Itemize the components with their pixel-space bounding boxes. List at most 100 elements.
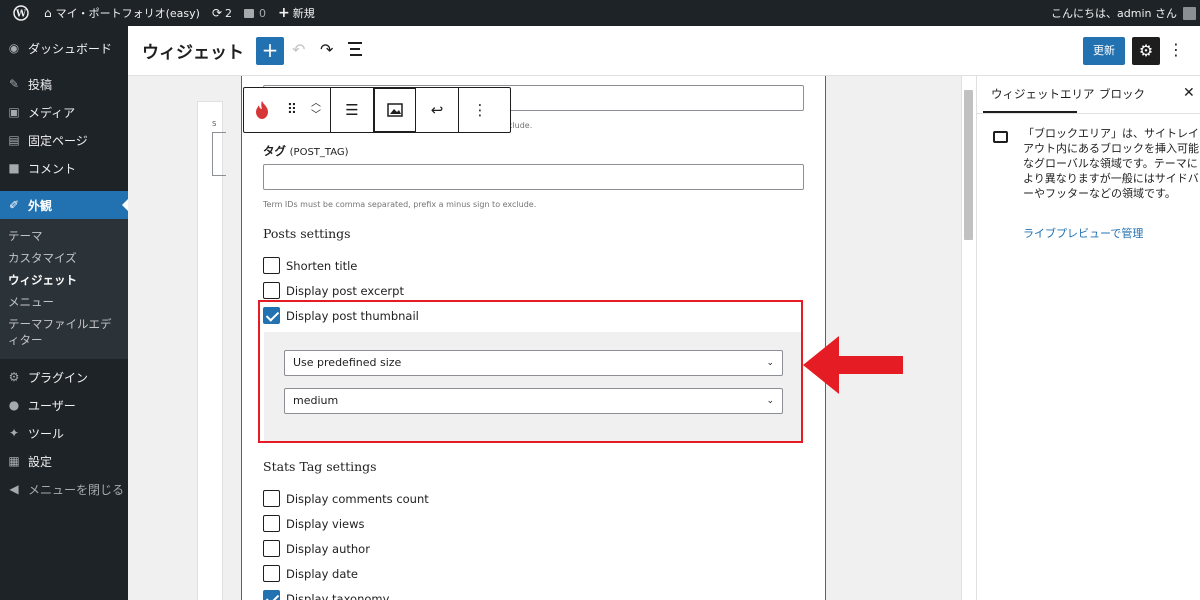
card-fragment-box xyxy=(212,132,226,176)
menu-item-label: 投稿 xyxy=(28,77,53,92)
active-tab-indicator xyxy=(983,111,1077,113)
menu-item-label: 設定 xyxy=(28,454,53,469)
list-view-icon-line xyxy=(350,54,362,56)
close-sidebar-button[interactable]: ✕ xyxy=(1183,85,1195,101)
block-type-button[interactable] xyxy=(244,88,280,132)
author-checkbox[interactable] xyxy=(263,540,280,557)
block-toolbar-group-options: ⋮ xyxy=(459,88,501,132)
taxonomy-checkbox[interactable] xyxy=(263,590,280,600)
block-options-button[interactable]: ⋮ xyxy=(459,88,501,132)
category-help-text: clude. xyxy=(508,121,533,130)
live-preview-link[interactable]: ライブプレビューで管理 xyxy=(1023,225,1143,241)
redo-icon: ↷ xyxy=(320,40,334,59)
update-button[interactable]: 更新 xyxy=(1083,37,1125,65)
transform-button[interactable]: ↩ xyxy=(416,88,458,132)
list-view-icon xyxy=(348,42,362,44)
media-icon: ▣ xyxy=(8,105,20,119)
add-block-button[interactable]: + xyxy=(256,37,284,65)
block-toolbar: ⠿ ︿ ﹀ ☰ ↩ ⋮ xyxy=(243,87,511,133)
views-checkbox[interactable] xyxy=(263,515,280,532)
tab-block[interactable]: ブロック xyxy=(1099,86,1145,102)
stats-tag-settings-heading: Stats Tag settings xyxy=(263,459,377,474)
gear-icon: ⚙ xyxy=(1138,41,1154,60)
plus-icon: + xyxy=(261,38,279,62)
site-name-link[interactable]: ⌂ マイ・ポートフォリオ(easy) xyxy=(38,0,206,26)
post-excerpt-option[interactable]: Display post excerpt xyxy=(263,282,404,299)
settings-button[interactable]: ⚙ xyxy=(1132,37,1160,65)
date-option[interactable]: Display date xyxy=(263,565,358,582)
drag-handle[interactable]: ⠿ xyxy=(280,88,302,132)
drag-handle-icon: ⠿ xyxy=(286,102,297,118)
updates-link[interactable]: ⟳ 2 xyxy=(206,0,238,26)
page-icon: ▤ xyxy=(8,133,20,147)
new-content-link[interactable]: + 新規 xyxy=(272,0,321,26)
undo-button[interactable]: ↶ xyxy=(292,40,305,59)
views-option[interactable]: Display views xyxy=(263,515,365,532)
pin-icon: ✎ xyxy=(8,77,20,91)
tag-ids-input[interactable] xyxy=(263,164,804,190)
new-label: 新規 xyxy=(292,7,315,20)
shorten-title-checkbox[interactable] xyxy=(263,257,280,274)
updates-icon: ⟳ xyxy=(211,6,223,20)
shorten-title-label: Shorten title xyxy=(286,258,358,273)
site-name-label: マイ・ポートフォリオ(easy) xyxy=(55,7,200,20)
redo-button[interactable]: ↷ xyxy=(320,40,333,59)
post-excerpt-label: Display post excerpt xyxy=(286,283,404,298)
author-label: Display author xyxy=(286,541,370,556)
sidebar-tabs: ウィジェットエリア ブロック ✕ xyxy=(977,76,1200,114)
wordpress-logo-button[interactable]: W xyxy=(0,0,38,26)
submenu-item-customize[interactable]: カスタマイズ xyxy=(0,247,128,269)
submenu-item-widgets[interactable]: ウィジェット xyxy=(0,269,128,291)
menu-item-dashboard[interactable]: ◉ ダッシュボード xyxy=(0,34,128,62)
canvas-scrollbar-thumb[interactable] xyxy=(964,90,973,240)
plus-icon: + xyxy=(278,5,290,21)
menu-item-posts[interactable]: ✎ 投稿 xyxy=(0,70,128,98)
menu-item-users[interactable]: ● ユーザー xyxy=(0,391,128,419)
menu-item-tools[interactable]: ✦ ツール xyxy=(0,419,128,447)
svg-text:W: W xyxy=(15,10,27,20)
collapse-menu-button[interactable]: ◀ メニューを閉じる xyxy=(0,475,128,503)
menu-item-comments[interactable]: ■ コメント xyxy=(0,154,128,182)
date-checkbox[interactable] xyxy=(263,565,280,582)
undo-icon: ↶ xyxy=(292,40,306,59)
submenu-item-menus[interactable]: メニュー xyxy=(0,291,128,313)
menu-item-label: メディア xyxy=(28,105,76,120)
greeting-link[interactable]: こんにちは、admin さん xyxy=(1051,5,1177,21)
menu-item-pages[interactable]: ▤ 固定ページ xyxy=(0,126,128,154)
preview-image-button[interactable] xyxy=(374,88,416,132)
list-view-button[interactable] xyxy=(348,42,364,56)
menu-item-label: コメント xyxy=(28,161,77,176)
comments-link[interactable]: 0 xyxy=(238,0,272,26)
tag-label: タグ xyxy=(263,144,286,158)
tag-help-text: Term IDs must be comma separated, prefix… xyxy=(263,200,537,209)
author-option[interactable]: Display author xyxy=(263,540,370,557)
options-menu-button[interactable]: ⋮ xyxy=(1168,40,1184,59)
comments-count-checkbox[interactable] xyxy=(263,490,280,507)
updates-count: 2 xyxy=(225,6,233,20)
chevron-down-icon[interactable]: ﹀ xyxy=(311,110,321,122)
tab-widget-areas[interactable]: ウィジェットエリア xyxy=(991,86,1095,102)
widget-area-icon xyxy=(993,131,1008,143)
align-icon: ☰ xyxy=(345,101,359,119)
comment-bubble-icon xyxy=(244,8,255,18)
menu-item-settings[interactable]: ▦ 設定 xyxy=(0,447,128,475)
menu-item-media[interactable]: ▣ メディア xyxy=(0,98,128,126)
wordpress-icon: W xyxy=(13,5,29,21)
submenu-item-themes[interactable]: テーマ xyxy=(0,225,128,247)
menu-item-label: ツール xyxy=(28,426,65,441)
comments-count-option[interactable]: Display comments count xyxy=(263,490,429,507)
block-mover[interactable]: ︿ ﹀ xyxy=(302,88,330,132)
brush-icon: ✐ xyxy=(8,198,20,212)
list-view-icon-line xyxy=(350,48,360,50)
collapse-menu-label: メニューを閉じる xyxy=(28,482,125,497)
avatar[interactable] xyxy=(1183,6,1196,20)
menu-item-plugins[interactable]: ⚙ プラグイン xyxy=(0,363,128,391)
chevron-up-icon[interactable]: ︿ xyxy=(311,98,321,110)
shorten-title-option[interactable]: Shorten title xyxy=(263,257,357,274)
card-fragment-text: S xyxy=(212,120,217,128)
taxonomy-option[interactable]: Display taxonomy xyxy=(263,590,389,600)
menu-item-appearance[interactable]: ✐ 外観 xyxy=(0,191,128,219)
post-excerpt-checkbox[interactable] xyxy=(263,282,280,299)
align-button[interactable]: ☰ xyxy=(331,88,373,132)
submenu-item-theme-file-editor[interactable]: テーマファイルエディター xyxy=(0,313,120,351)
